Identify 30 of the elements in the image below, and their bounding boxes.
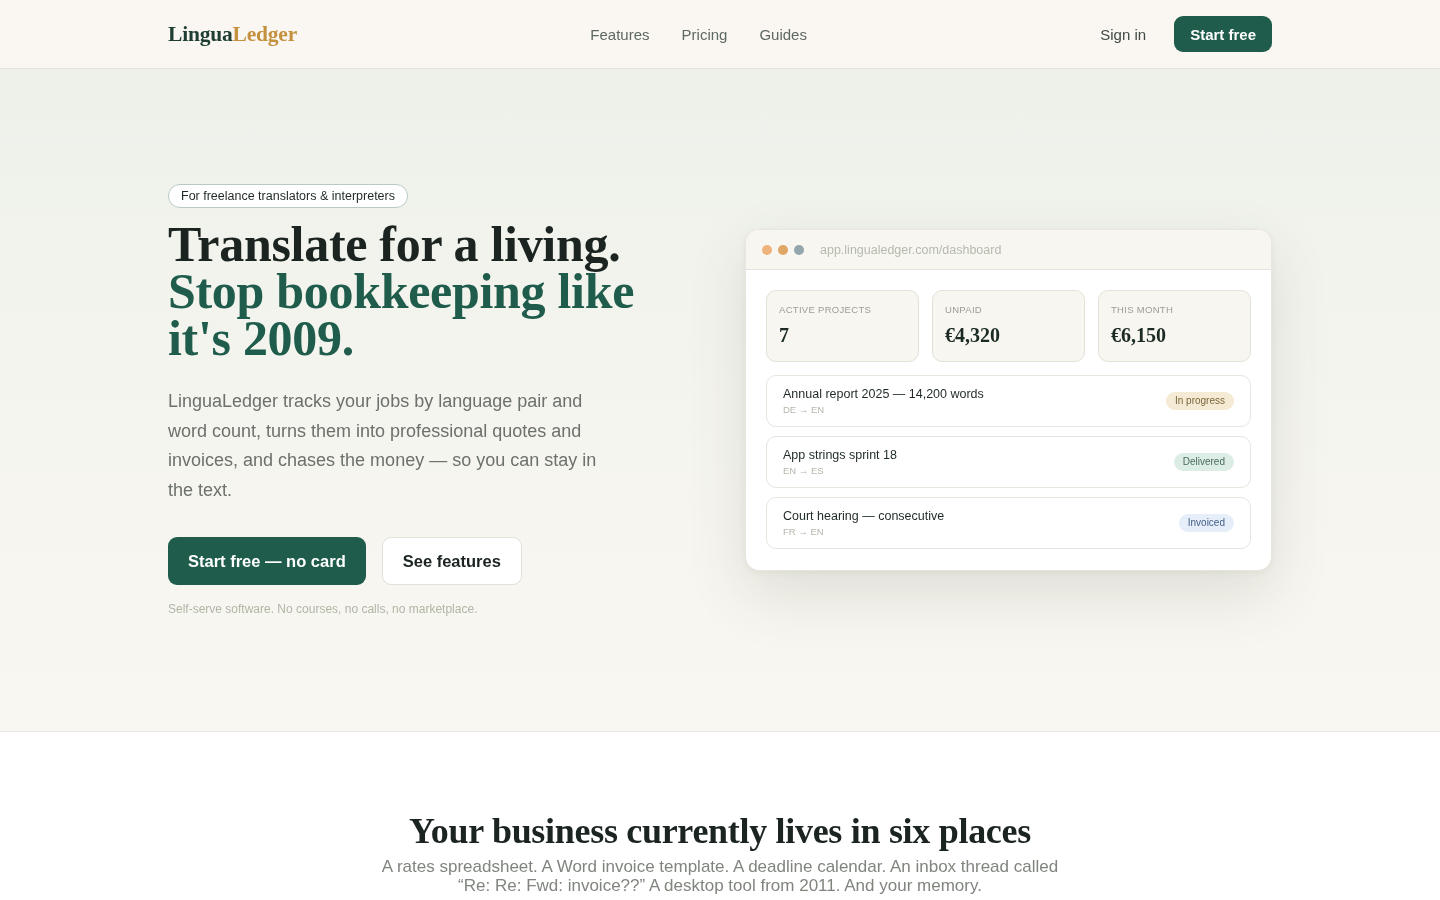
sign-in-link[interactable]: Sign in <box>1100 25 1147 43</box>
language-pair: EN → ES <box>783 465 825 476</box>
hero-description: LinguaLedger tracks your jobs by language pair and word count, turns them into professional quotes and invoices, and chases the money — so you can stay in the text. <box>168 390 598 502</box>
project-title: App strings sprint 18 <box>783 448 897 462</box>
status-tag: Invoiced <box>1178 514 1234 532</box>
stat-value: €6,150 <box>1111 324 1167 347</box>
features-button[interactable]: See features <box>381 537 522 585</box>
signup-button[interactable]: Start free — no card <box>168 537 366 585</box>
address-text: app.lingualedger.com/dashboard <box>820 242 1002 257</box>
nav-link[interactable]: Pricing <box>681 25 728 43</box>
status-tag: Delivered <box>1173 453 1234 471</box>
section-heading: Your business currently lives in six places <box>408 811 1032 851</box>
project-title: Court hearing — consecutive <box>783 509 945 523</box>
nav-link[interactable]: Guides <box>759 25 807 43</box>
start-free-button[interactable]: Start free <box>1174 16 1272 52</box>
window-dots-icon <box>762 244 804 255</box>
audience-tag: For freelance translators & interpreters <box>168 184 408 208</box>
brand-logo[interactable]: LinguaLedger <box>168 21 297 47</box>
stat-label: THIS MONTH <box>1111 304 1175 315</box>
stat-value: €4,320 <box>945 324 1001 347</box>
stat-value: 7 <box>779 324 790 347</box>
language-pair: DE → EN <box>783 404 826 415</box>
section-description: A rates spreadsheet. A Word invoice template. A deadline calendar. An inbox thread called “Re: Re: Fwd: invoice??” A desktop tool from 2011. And your memory. <box>380 857 1060 895</box>
status-tag: In progress <box>1165 392 1234 410</box>
nav-link[interactable]: Features <box>590 25 650 43</box>
language-pair: FR → EN <box>783 526 825 537</box>
project-title: Annual report 2025 — 14,200 words <box>783 387 984 401</box>
hero-footnote: Self-serve software. No courses, no calls, no marketplace. <box>168 602 479 616</box>
stat-label: UNPAID <box>945 304 983 315</box>
stat-label: ACTIVE PROJECTS <box>779 304 873 315</box>
